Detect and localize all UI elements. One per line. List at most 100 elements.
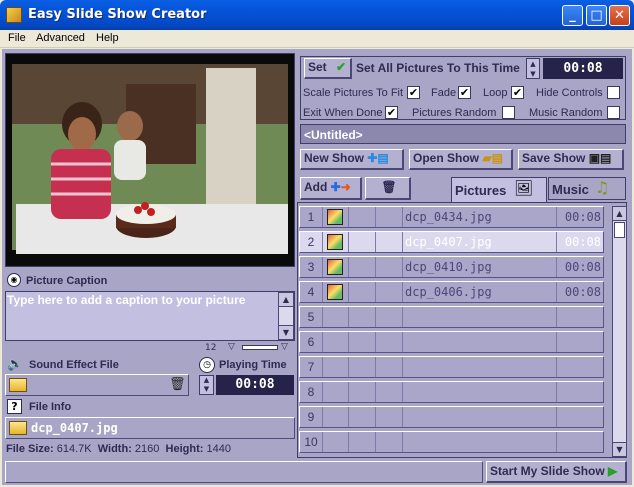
loop-checkbox[interactable]: ✔ [511,86,524,99]
title-bar: Easy Slide Show Creator _ □ ✕ [0,0,634,30]
caption-font-size: 12 [205,343,217,353]
set-all-time[interactable]: 00:08 [543,58,623,79]
list-item[interactable]: 3 dcp_0410.jpg 00:08 [299,256,604,278]
playing-time-spinner[interactable]: ▲ ▼ [199,375,214,395]
playing-time-value[interactable]: 00:08 [216,375,294,395]
list-scroll-down-icon[interactable]: ▼ [613,442,626,456]
minimize-button[interactable]: _ [562,5,583,26]
list-item[interactable]: 9 [299,406,604,428]
save-show-label: Save Show [522,151,586,165]
start-label: Start My Slide Show [490,464,605,478]
speaker-icon: 🔈 [7,357,24,372]
option-label-hide-controls: Hide Controls [536,87,603,99]
sound-file-field[interactable]: 🗑 [5,374,189,396]
status-bar [5,461,483,483]
font-size-slider[interactable] [242,345,278,350]
option-label-pictures-random: Pictures Random [412,107,497,119]
new-show-button[interactable]: New Show ✚▤ [300,149,404,170]
list-item[interactable]: 2 dcp_0407.jpg 00:08 [299,231,604,253]
font-size-up-icon[interactable]: ▽ [281,342,288,352]
music-tab-label: Music [552,182,589,197]
check-icon: ✔ [336,60,347,74]
save-show-icon: ▣▤ [588,151,612,165]
playing-time-label: Playing Time [219,359,287,371]
picture-thumbnail-icon [327,259,343,275]
start-slide-show-button[interactable]: Start My Slide Show ▶ [486,461,627,483]
open-show-label: Open Show [413,151,479,165]
picture-thumbnail-icon [327,234,343,250]
caption-input[interactable]: Type here to add a caption to your pictu… [5,291,295,341]
file-size-label: File Size: [6,443,54,455]
close-button[interactable]: ✕ [609,5,630,26]
width-value: 2160 [134,443,160,455]
picture-duration: 00:08 [564,260,601,274]
list-item[interactable]: 6 [299,331,604,353]
pictures-tab-icon: 🖼 [514,179,534,197]
menu-help[interactable]: Help [96,32,119,44]
add-label: Add [304,180,328,194]
add-icon: ✚ [330,180,341,194]
file-info-field: dcp_0407.jpg [5,417,295,439]
list-item[interactable]: 4 dcp_0406.jpg 00:08 [299,281,604,303]
height-value: 1440 [206,443,231,455]
play-icon: ▶ [608,464,618,478]
option-label-scale: Scale Pictures To Fit [303,87,404,99]
pictures-random-checkbox[interactable] [502,106,515,119]
list-item[interactable]: 8 [299,381,604,403]
app-icon [6,7,22,23]
list-item[interactable]: 5 [299,306,604,328]
exit-checkbox[interactable]: ✔ [385,106,398,119]
picture-duration: 00:08 [564,235,601,249]
picture-duration: 00:08 [564,285,601,299]
maximize-button[interactable]: □ [586,5,607,26]
list-item[interactable]: 7 [299,356,604,378]
window-title: Easy Slide Show Creator [28,7,207,22]
list-item[interactable]: 1 dcp_0434.jpg 00:08 [299,206,604,228]
caption-scroll-down-icon[interactable]: ▼ [279,325,293,339]
folder-icon[interactable] [9,378,27,392]
tab-music[interactable]: Music ♫ [548,177,626,200]
list-item[interactable]: 10 [299,431,604,453]
music-random-checkbox[interactable] [607,106,620,119]
picture-filename: dcp_0406.jpg [405,285,492,299]
picture-preview [5,53,295,267]
picture-filename: dcp_0410.jpg [405,260,492,274]
font-size-down-icon[interactable]: ▽ [228,342,235,352]
row-number: 1 [307,210,315,224]
set-all-label: Set All Pictures To This Time [356,61,520,75]
list-scrollbar[interactable]: ▲ ▼ [612,206,627,457]
music-note-icon: ♫ [595,178,610,197]
menu-file[interactable]: File [8,32,26,44]
file-name: dcp_0407.jpg [31,421,118,435]
tab-pictures[interactable]: Pictures 🖼 [451,177,547,202]
picture-thumbnail-icon [327,209,343,225]
open-show-icon: ▰▤ [482,151,503,165]
list-scroll-thumb[interactable] [614,222,625,238]
caption-scrollbar[interactable]: ▲ ▼ [278,292,294,340]
row-number: 5 [307,310,315,324]
fade-checkbox[interactable]: ✔ [458,86,471,99]
row-number: 8 [307,385,315,399]
list-scroll-up-icon[interactable]: ▲ [613,207,626,221]
time-spinner[interactable]: ▲ ▼ [526,58,540,79]
open-show-button[interactable]: Open Show ▰▤ [409,149,513,170]
sound-label: Sound Effect File [29,359,119,371]
hide-controls-checkbox[interactable] [607,86,620,99]
file-size-value: 614.7K [56,443,92,455]
caption-scroll-up-icon[interactable]: ▲ [279,293,293,307]
picture-filename: dcp_0407.jpg [405,235,492,249]
delete-button[interactable]: 🗑 [365,177,411,200]
caption-label: Picture Caption [26,275,108,287]
add-button[interactable]: Add ✚➜ [300,177,362,200]
menu-advanced[interactable]: Advanced [36,32,85,44]
set-button[interactable]: Set ✔ [304,58,352,79]
clock-icon: ◷ [199,357,215,373]
save-show-button[interactable]: Save Show ▣▤ [518,149,624,170]
option-label-loop: Loop [483,87,508,99]
new-show-label: New Show [304,151,365,165]
trash-icon[interactable]: 🗑 [169,377,186,393]
row-number: 2 [307,235,315,249]
scale-checkbox[interactable]: ✔ [407,86,420,99]
new-show-icon: ✚▤ [367,151,389,165]
show-name-field[interactable]: <Untitled> [300,124,626,144]
